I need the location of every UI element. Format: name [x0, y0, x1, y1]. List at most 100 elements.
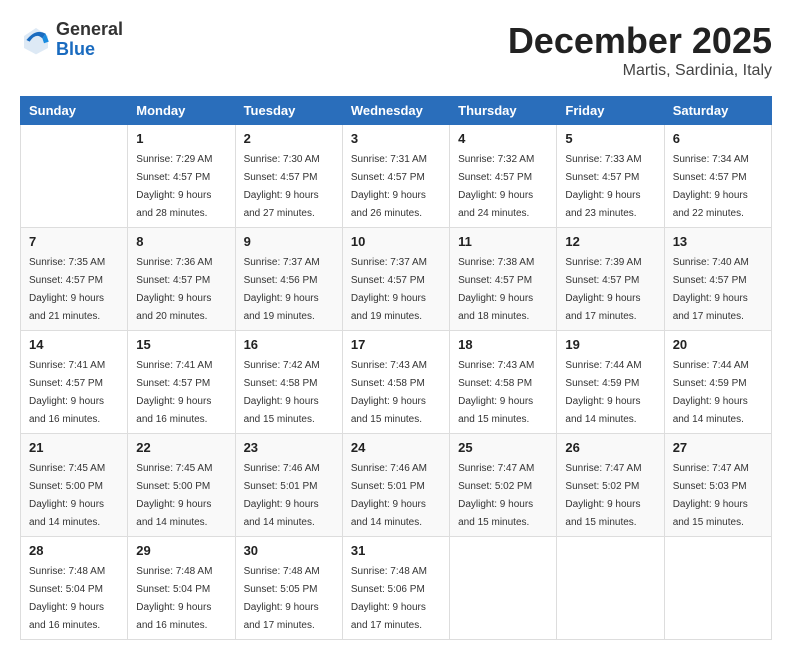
day-info: Sunrise: 7:31 AMSunset: 4:57 PMDaylight:…	[351, 154, 427, 219]
day-number: 13	[673, 234, 763, 249]
day-number: 5	[565, 131, 655, 146]
calendar-cell: 6 Sunrise: 7:34 AMSunset: 4:57 PMDayligh…	[664, 125, 771, 228]
calendar-cell: 17 Sunrise: 7:43 AMSunset: 4:58 PMDaylig…	[342, 331, 449, 434]
day-number: 15	[136, 337, 226, 352]
col-header-sunday: Sunday	[21, 97, 128, 125]
day-info: Sunrise: 7:41 AMSunset: 4:57 PMDaylight:…	[136, 360, 212, 425]
day-number: 16	[244, 337, 334, 352]
calendar-cell: 12 Sunrise: 7:39 AMSunset: 4:57 PMDaylig…	[557, 228, 664, 331]
calendar-cell: 21 Sunrise: 7:45 AMSunset: 5:00 PMDaylig…	[21, 434, 128, 537]
col-header-wednesday: Wednesday	[342, 97, 449, 125]
day-info: Sunrise: 7:46 AMSunset: 5:01 PMDaylight:…	[351, 463, 427, 528]
calendar-week-row: 21 Sunrise: 7:45 AMSunset: 5:00 PMDaylig…	[21, 434, 772, 537]
day-number: 19	[565, 337, 655, 352]
calendar-cell: 16 Sunrise: 7:42 AMSunset: 4:58 PMDaylig…	[235, 331, 342, 434]
calendar-header-row: SundayMondayTuesdayWednesdayThursdayFrid…	[21, 97, 772, 125]
day-info: Sunrise: 7:45 AMSunset: 5:00 PMDaylight:…	[29, 463, 105, 528]
col-header-monday: Monday	[128, 97, 235, 125]
day-number: 17	[351, 337, 441, 352]
calendar-cell: 25 Sunrise: 7:47 AMSunset: 5:02 PMDaylig…	[450, 434, 557, 537]
day-info: Sunrise: 7:44 AMSunset: 4:59 PMDaylight:…	[673, 360, 749, 425]
calendar-cell	[664, 537, 771, 640]
calendar-cell: 20 Sunrise: 7:44 AMSunset: 4:59 PMDaylig…	[664, 331, 771, 434]
day-info: Sunrise: 7:43 AMSunset: 4:58 PMDaylight:…	[458, 360, 534, 425]
calendar-cell: 14 Sunrise: 7:41 AMSunset: 4:57 PMDaylig…	[21, 331, 128, 434]
calendar-cell: 15 Sunrise: 7:41 AMSunset: 4:57 PMDaylig…	[128, 331, 235, 434]
calendar-cell: 18 Sunrise: 7:43 AMSunset: 4:58 PMDaylig…	[450, 331, 557, 434]
day-info: Sunrise: 7:47 AMSunset: 5:02 PMDaylight:…	[458, 463, 534, 528]
day-info: Sunrise: 7:39 AMSunset: 4:57 PMDaylight:…	[565, 257, 641, 322]
day-info: Sunrise: 7:46 AMSunset: 5:01 PMDaylight:…	[244, 463, 320, 528]
day-info: Sunrise: 7:45 AMSunset: 5:00 PMDaylight:…	[136, 463, 212, 528]
col-header-thursday: Thursday	[450, 97, 557, 125]
day-info: Sunrise: 7:30 AMSunset: 4:57 PMDaylight:…	[244, 154, 320, 219]
day-info: Sunrise: 7:33 AMSunset: 4:57 PMDaylight:…	[565, 154, 641, 219]
col-header-saturday: Saturday	[664, 97, 771, 125]
day-number: 26	[565, 440, 655, 455]
logo-icon	[20, 24, 52, 56]
day-info: Sunrise: 7:40 AMSunset: 4:57 PMDaylight:…	[673, 257, 749, 322]
day-info: Sunrise: 7:48 AMSunset: 5:04 PMDaylight:…	[136, 566, 212, 631]
calendar-cell: 1 Sunrise: 7:29 AMSunset: 4:57 PMDayligh…	[128, 125, 235, 228]
day-info: Sunrise: 7:35 AMSunset: 4:57 PMDaylight:…	[29, 257, 105, 322]
day-info: Sunrise: 7:41 AMSunset: 4:57 PMDaylight:…	[29, 360, 105, 425]
logo-general-text: General	[56, 20, 123, 40]
day-info: Sunrise: 7:32 AMSunset: 4:57 PMDaylight:…	[458, 154, 534, 219]
day-number: 10	[351, 234, 441, 249]
day-number: 28	[29, 543, 119, 558]
day-info: Sunrise: 7:42 AMSunset: 4:58 PMDaylight:…	[244, 360, 320, 425]
day-number: 11	[458, 234, 548, 249]
day-number: 20	[673, 337, 763, 352]
calendar-cell: 23 Sunrise: 7:46 AMSunset: 5:01 PMDaylig…	[235, 434, 342, 537]
title-block: December 2025 Martis, Sardinia, Italy	[508, 20, 772, 80]
day-number: 21	[29, 440, 119, 455]
day-info: Sunrise: 7:44 AMSunset: 4:59 PMDaylight:…	[565, 360, 641, 425]
day-number: 23	[244, 440, 334, 455]
day-info: Sunrise: 7:47 AMSunset: 5:02 PMDaylight:…	[565, 463, 641, 528]
calendar-cell: 27 Sunrise: 7:47 AMSunset: 5:03 PMDaylig…	[664, 434, 771, 537]
day-number: 31	[351, 543, 441, 558]
day-number: 25	[458, 440, 548, 455]
calendar-cell: 31 Sunrise: 7:48 AMSunset: 5:06 PMDaylig…	[342, 537, 449, 640]
calendar-cell: 19 Sunrise: 7:44 AMSunset: 4:59 PMDaylig…	[557, 331, 664, 434]
day-number: 12	[565, 234, 655, 249]
day-number: 6	[673, 131, 763, 146]
day-number: 1	[136, 131, 226, 146]
day-number: 30	[244, 543, 334, 558]
day-info: Sunrise: 7:48 AMSunset: 5:04 PMDaylight:…	[29, 566, 105, 631]
calendar-cell: 28 Sunrise: 7:48 AMSunset: 5:04 PMDaylig…	[21, 537, 128, 640]
day-number: 8	[136, 234, 226, 249]
calendar-cell	[557, 537, 664, 640]
day-number: 14	[29, 337, 119, 352]
col-header-tuesday: Tuesday	[235, 97, 342, 125]
calendar-cell	[21, 125, 128, 228]
day-number: 27	[673, 440, 763, 455]
day-number: 3	[351, 131, 441, 146]
calendar-cell: 30 Sunrise: 7:48 AMSunset: 5:05 PMDaylig…	[235, 537, 342, 640]
day-number: 29	[136, 543, 226, 558]
calendar-cell: 8 Sunrise: 7:36 AMSunset: 4:57 PMDayligh…	[128, 228, 235, 331]
day-number: 24	[351, 440, 441, 455]
logo: General Blue	[20, 20, 123, 60]
day-info: Sunrise: 7:37 AMSunset: 4:56 PMDaylight:…	[244, 257, 320, 322]
day-info: Sunrise: 7:36 AMSunset: 4:57 PMDaylight:…	[136, 257, 212, 322]
day-number: 22	[136, 440, 226, 455]
calendar-cell: 13 Sunrise: 7:40 AMSunset: 4:57 PMDaylig…	[664, 228, 771, 331]
day-number: 4	[458, 131, 548, 146]
col-header-friday: Friday	[557, 97, 664, 125]
day-number: 7	[29, 234, 119, 249]
calendar-week-row: 28 Sunrise: 7:48 AMSunset: 5:04 PMDaylig…	[21, 537, 772, 640]
calendar-week-row: 14 Sunrise: 7:41 AMSunset: 4:57 PMDaylig…	[21, 331, 772, 434]
day-number: 18	[458, 337, 548, 352]
day-info: Sunrise: 7:34 AMSunset: 4:57 PMDaylight:…	[673, 154, 749, 219]
month-title: December 2025	[508, 20, 772, 62]
calendar-cell: 5 Sunrise: 7:33 AMSunset: 4:57 PMDayligh…	[557, 125, 664, 228]
day-info: Sunrise: 7:48 AMSunset: 5:05 PMDaylight:…	[244, 566, 320, 631]
calendar-week-row: 1 Sunrise: 7:29 AMSunset: 4:57 PMDayligh…	[21, 125, 772, 228]
calendar-cell: 2 Sunrise: 7:30 AMSunset: 4:57 PMDayligh…	[235, 125, 342, 228]
logo-text: General Blue	[56, 20, 123, 60]
calendar-cell	[450, 537, 557, 640]
day-info: Sunrise: 7:38 AMSunset: 4:57 PMDaylight:…	[458, 257, 534, 322]
calendar-cell: 26 Sunrise: 7:47 AMSunset: 5:02 PMDaylig…	[557, 434, 664, 537]
day-info: Sunrise: 7:29 AMSunset: 4:57 PMDaylight:…	[136, 154, 212, 219]
